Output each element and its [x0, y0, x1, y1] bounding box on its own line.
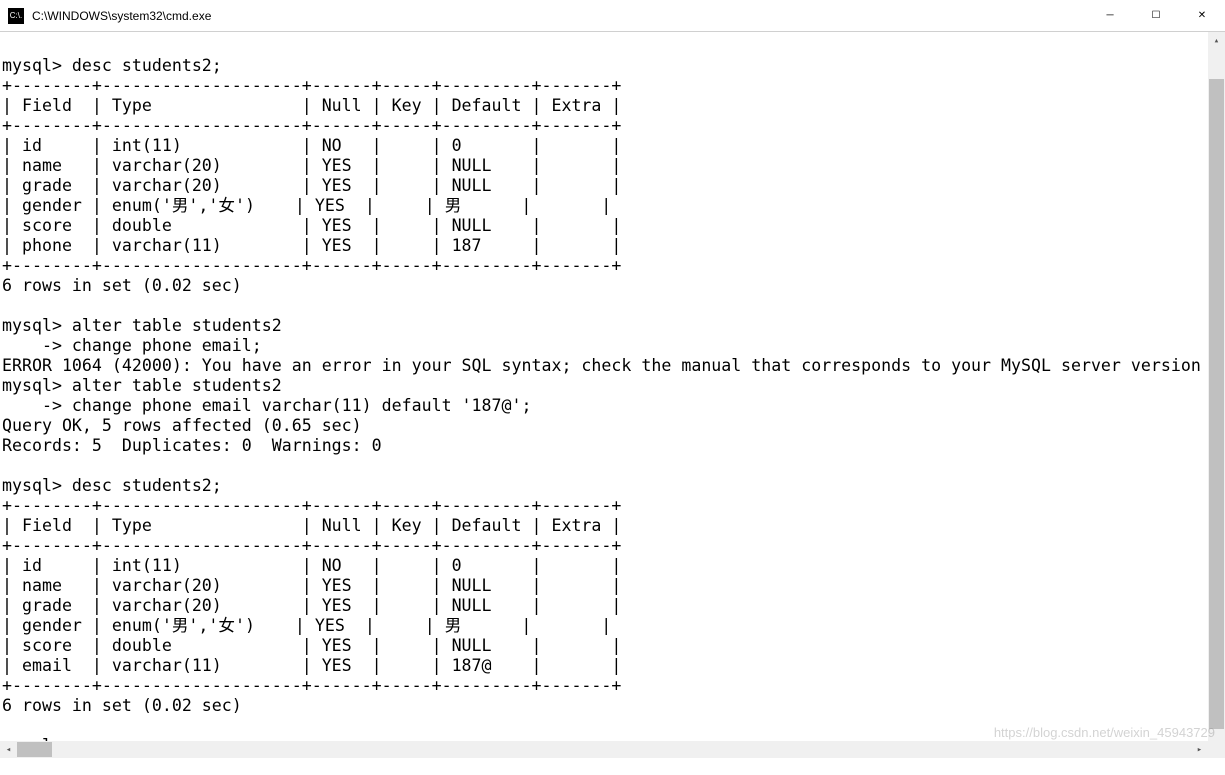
terminal-output: mysql> desc students2; +--------+-------…: [0, 32, 1208, 756]
maximize-button[interactable]: ☐: [1133, 0, 1179, 31]
scroll-up-arrow-icon[interactable]: ▴: [1208, 32, 1225, 49]
close-button[interactable]: ✕: [1179, 0, 1225, 31]
horizontal-scrollbar[interactable]: ◂ ▸: [0, 741, 1225, 758]
terminal-area: mysql> desc students2; +--------+-------…: [0, 32, 1225, 758]
terminal-viewport[interactable]: mysql> desc students2; +--------+-------…: [0, 32, 1208, 758]
scroll-left-arrow-icon[interactable]: ◂: [0, 741, 17, 758]
window-title: C:\WINDOWS\system32\cmd.exe: [32, 9, 1087, 23]
scrollbar-corner: [1208, 741, 1225, 758]
scroll-right-arrow-icon[interactable]: ▸: [1191, 741, 1208, 758]
vertical-scroll-track[interactable]: [1208, 49, 1225, 741]
vertical-scroll-thumb[interactable]: [1209, 79, 1224, 729]
vertical-scrollbar[interactable]: ▴ ▾: [1208, 32, 1225, 758]
window-titlebar: C:\. C:\WINDOWS\system32\cmd.exe ─ ☐ ✕: [0, 0, 1225, 32]
app-icon: C:\.: [8, 8, 24, 24]
horizontal-scroll-thumb[interactable]: [17, 742, 52, 757]
horizontal-scroll-track[interactable]: [17, 741, 1191, 758]
window-controls: ─ ☐ ✕: [1087, 0, 1225, 31]
minimize-button[interactable]: ─: [1087, 0, 1133, 31]
